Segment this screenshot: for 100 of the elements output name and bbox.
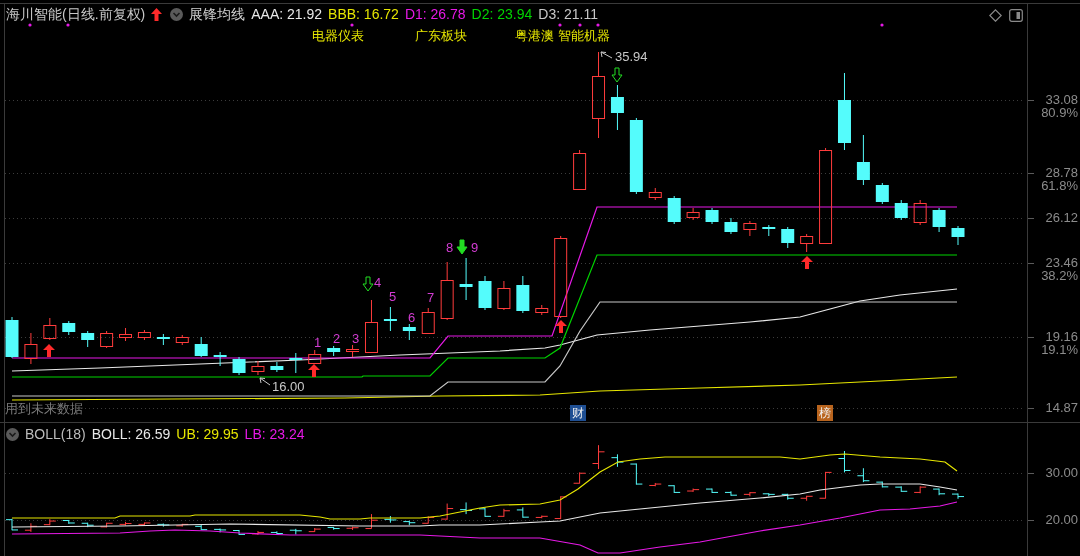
- price-bar: [440, 503, 454, 521]
- price-bar: [5, 518, 19, 531]
- candlestick: [251, 360, 265, 376]
- candlestick: [497, 280, 511, 311]
- price-bar: [554, 495, 568, 520]
- price-bar: [800, 495, 814, 502]
- candlestick: [535, 304, 549, 316]
- indicator-value: BOLL: 26.59: [91, 425, 171, 443]
- price-bar: [459, 501, 473, 515]
- candlestick: [705, 207, 719, 225]
- price-bar: [289, 528, 303, 535]
- sector-label: 粤港澳 智能机器: [515, 28, 610, 44]
- price-bar: [856, 467, 870, 483]
- price-bar: [308, 527, 322, 533]
- price-bar: [270, 530, 284, 535]
- ratio-label: 38.2%: [1041, 269, 1078, 283]
- candlestick: [327, 345, 341, 357]
- price-bar: [213, 528, 227, 533]
- price-bar: [610, 453, 624, 468]
- diamond-icon[interactable]: [989, 9, 1002, 22]
- count-label: 5: [389, 290, 397, 304]
- price-bar: [667, 484, 681, 494]
- price-bar: [932, 488, 946, 496]
- candlestick: [232, 356, 246, 376]
- count-label: 7: [427, 291, 435, 305]
- candlestick: [270, 361, 284, 373]
- price-bar: [894, 485, 908, 493]
- dot-icon: [880, 23, 884, 27]
- candlestick: [365, 299, 378, 353]
- ratio-label: 61.8%: [1041, 179, 1078, 193]
- candlestick: [308, 349, 322, 365]
- price-bar: [81, 522, 95, 528]
- count-label: 8: [446, 241, 454, 255]
- dot-icon: [578, 23, 582, 27]
- candlestick: [156, 333, 170, 346]
- price-bar: [648, 482, 662, 487]
- indicator-value: D3: 21.11: [538, 5, 598, 23]
- event-tag[interactable]: 财: [570, 405, 586, 421]
- candlestick: [175, 334, 189, 346]
- event-tag[interactable]: 榜: [817, 405, 833, 421]
- dot-icon: [350, 23, 354, 27]
- down-arrow-icon: [362, 276, 374, 292]
- chevron-down-icon[interactable]: [170, 7, 184, 21]
- up-arrow-icon: [308, 364, 320, 377]
- indicator-value: LB: 23.24: [244, 425, 305, 443]
- candlestick: [516, 275, 530, 314]
- axis-label: 23.46: [1045, 256, 1078, 270]
- candlestick: [213, 351, 227, 367]
- candlestick: [440, 261, 454, 321]
- candlestick: [81, 330, 95, 348]
- indicator-value: UB: 29.95: [176, 425, 239, 443]
- candlestick: [43, 317, 57, 341]
- candlestick: [743, 220, 757, 237]
- axis-label: 19.16: [1045, 330, 1078, 344]
- price-bar: [43, 518, 57, 526]
- candlestick: [856, 134, 870, 186]
- axis-label: 26.12: [1045, 211, 1078, 225]
- candlestick: [346, 344, 360, 358]
- price-bar: [819, 471, 833, 500]
- chevron-down-icon[interactable]: [6, 427, 19, 441]
- candlestick: [610, 84, 624, 131]
- count-label: 1: [314, 336, 322, 350]
- axis-label: 14.87: [1045, 401, 1078, 415]
- price-bar: [913, 485, 927, 494]
- price-bar: [194, 523, 208, 531]
- sector-label: 电器仪表: [312, 28, 364, 44]
- price-bar: [346, 526, 360, 531]
- price-bar: [686, 488, 700, 493]
- up-arrow-icon: [43, 344, 55, 357]
- price-bar: [838, 450, 851, 473]
- candlestick: [383, 306, 397, 332]
- pointer-arrow-icon: [259, 377, 271, 386]
- panel-icon[interactable]: [1009, 9, 1023, 22]
- candlestick: [24, 332, 38, 365]
- price-bar: [781, 493, 795, 501]
- candlestick: [459, 257, 473, 301]
- price-bar: [762, 492, 776, 497]
- candlestick: [194, 336, 208, 358]
- price-bar: [383, 515, 397, 524]
- price-bar: [327, 526, 341, 531]
- up-arrow-icon: [801, 256, 813, 269]
- price-bar: [724, 490, 738, 497]
- price-bar: [705, 488, 719, 494]
- candlestick: [62, 320, 76, 336]
- candlestick: [573, 149, 587, 191]
- axis-label: 33.08: [1045, 93, 1078, 107]
- down-arrow-icon: [456, 239, 468, 255]
- price-bar: [497, 508, 511, 518]
- ratio-label: 80.9%: [1041, 106, 1078, 120]
- price-label: 35.94: [615, 49, 648, 64]
- up-arrow-icon: [151, 7, 163, 21]
- candlestick: [913, 199, 927, 226]
- candlestick: [686, 207, 700, 221]
- price-bar: [119, 521, 132, 526]
- price-bar: [402, 520, 416, 526]
- price-bar: [62, 519, 76, 525]
- dot-icon: [28, 23, 32, 27]
- dot-icon: [558, 23, 562, 27]
- price-bar: [478, 506, 492, 518]
- price-bar: [232, 529, 246, 536]
